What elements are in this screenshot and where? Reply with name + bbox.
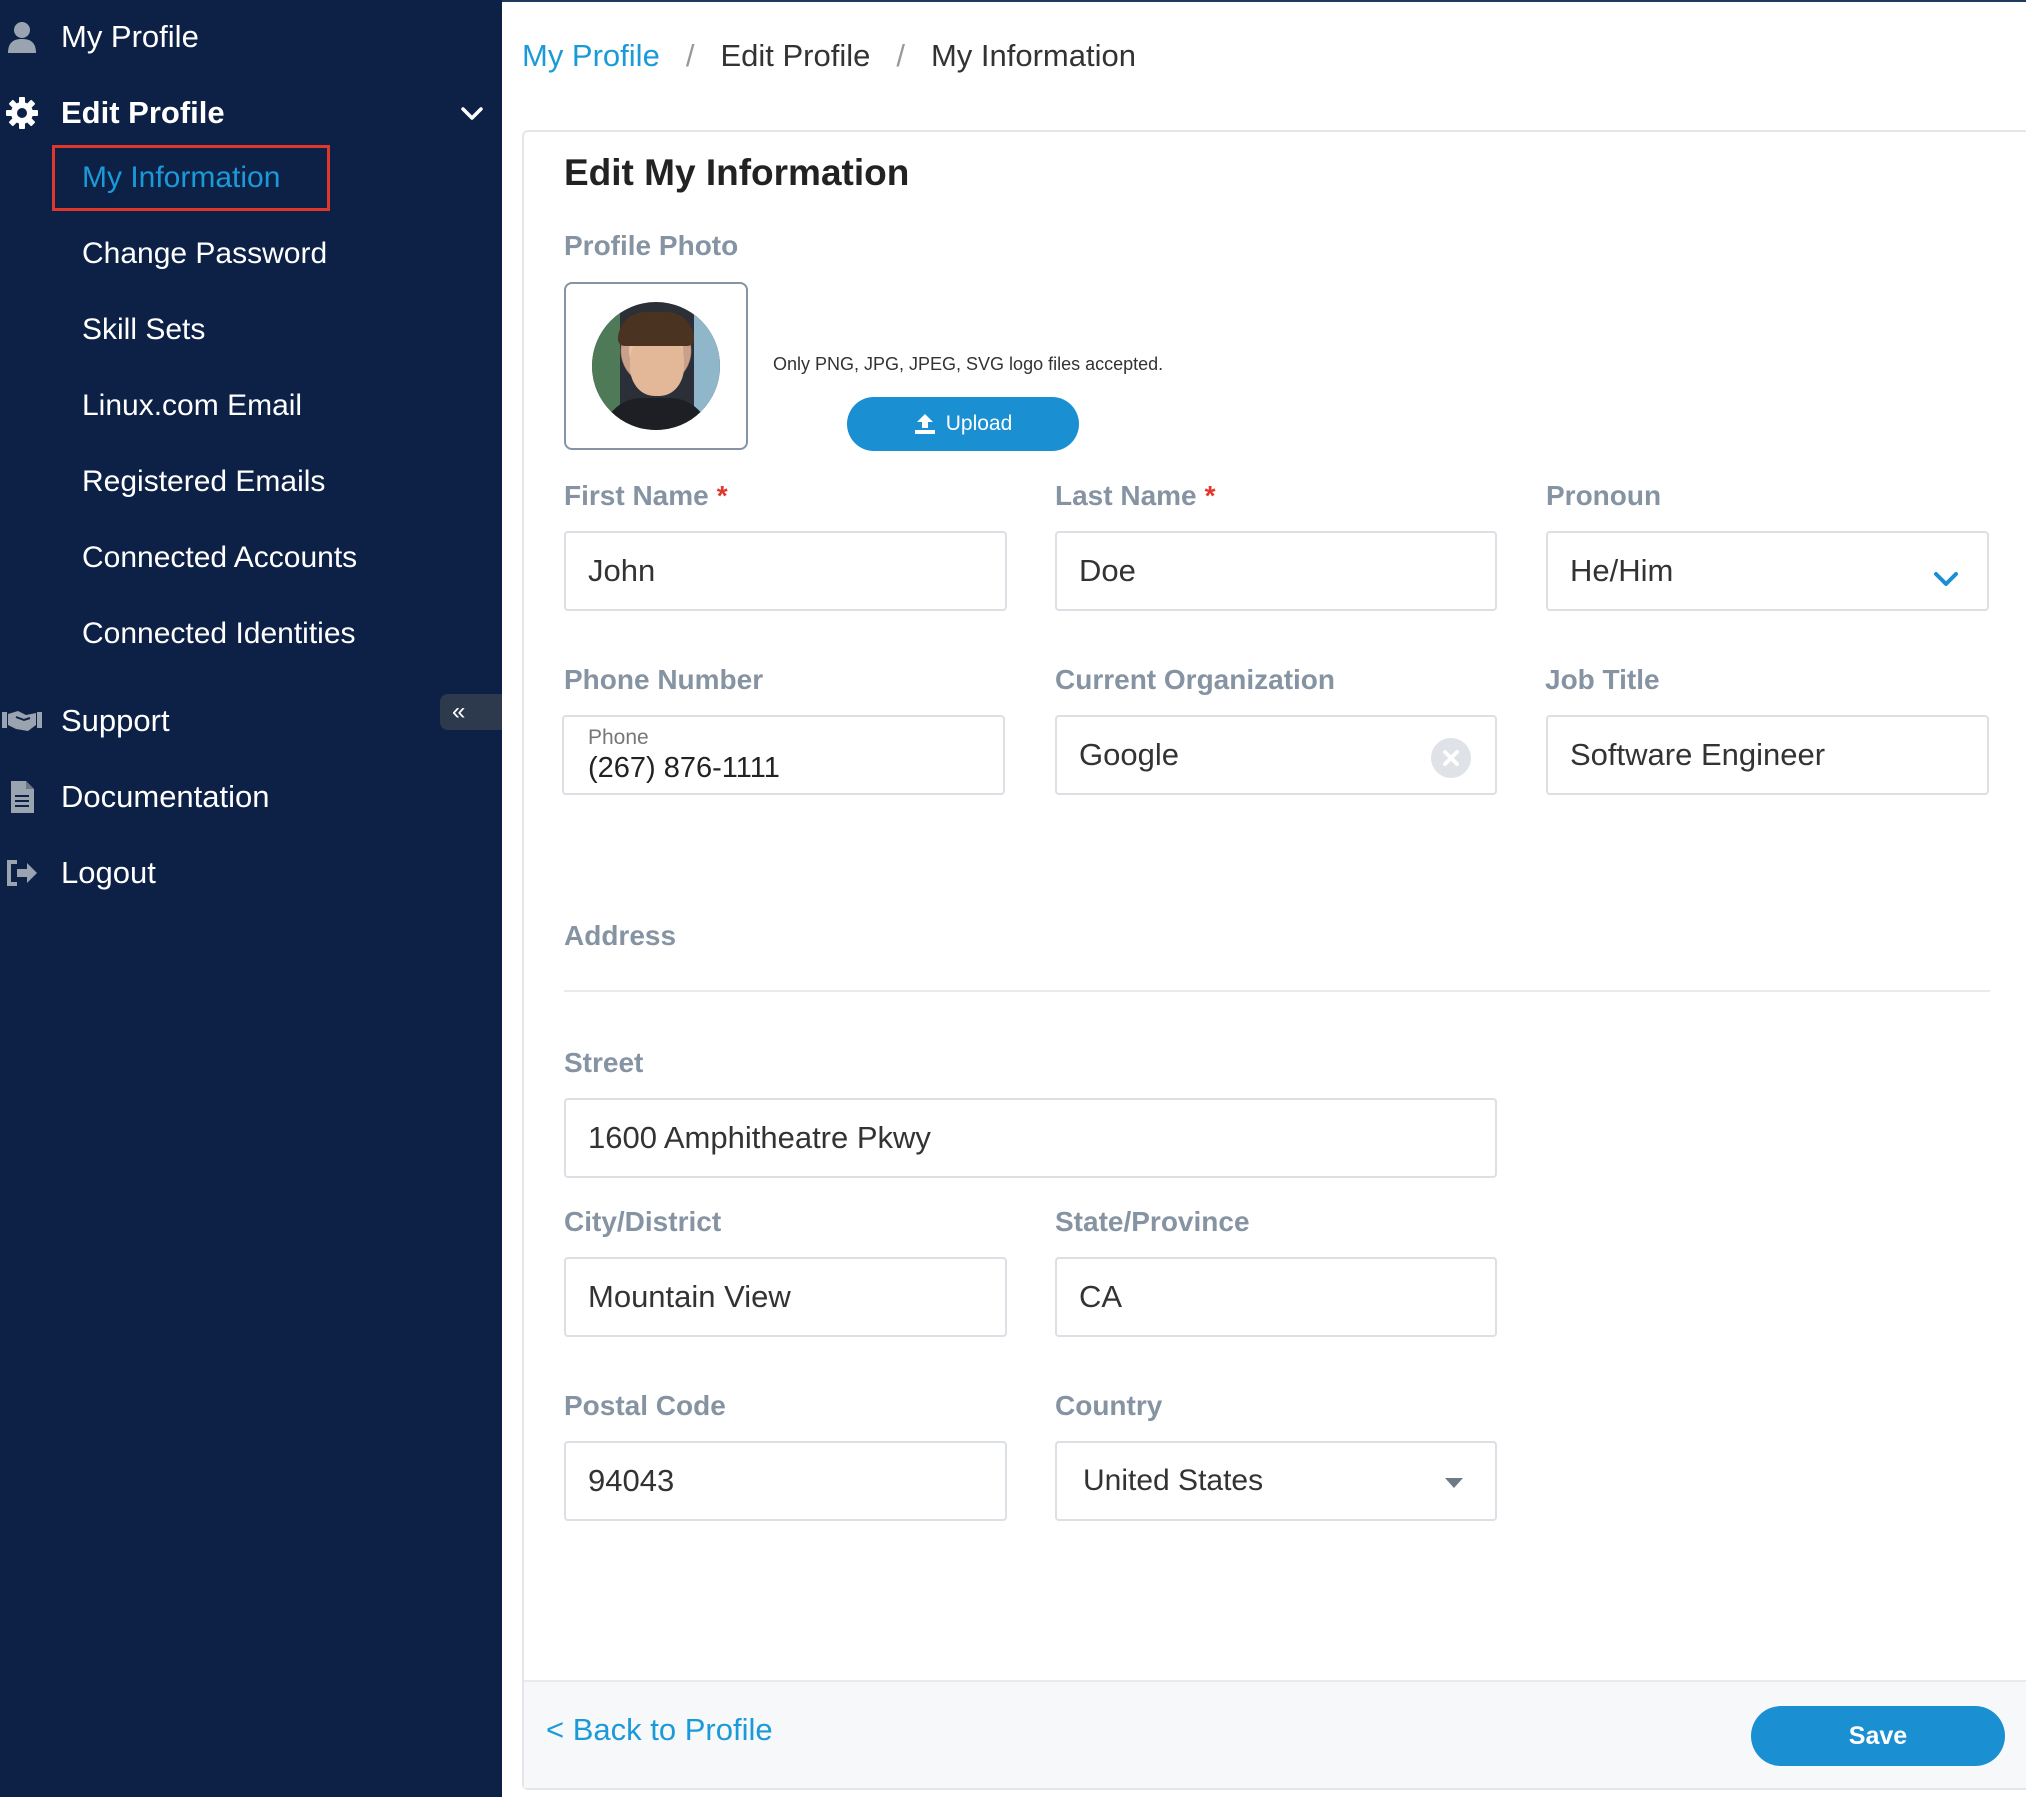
double-chevron-left-icon: « xyxy=(452,698,466,725)
clear-icon[interactable] xyxy=(1431,738,1471,778)
caret-down-icon xyxy=(1445,1478,1463,1488)
required-asterisk: * xyxy=(1204,480,1216,511)
nav-support-label: Support xyxy=(61,703,170,738)
sidebar-item-registered-emails[interactable]: Registered Emails xyxy=(82,457,325,507)
sidebar-item-linux-email[interactable]: Linux.com Email xyxy=(82,381,302,431)
top-border xyxy=(502,0,2026,2)
breadcrumb-my-information: My Information xyxy=(930,38,1136,73)
pronoun-select[interactable]: He/Him xyxy=(1546,531,1989,611)
phone-inner-label: Phone xyxy=(588,726,649,749)
breadcrumb: My Profile / Edit Profile / My Informati… xyxy=(522,38,1136,74)
phone-number-label: Phone Number xyxy=(564,664,764,695)
profile-photo-label: Profile Photo xyxy=(564,230,739,261)
city-value: Mountain View xyxy=(588,1279,791,1314)
back-to-profile-link[interactable]: < Back to Profile xyxy=(546,1712,773,1748)
user-icon xyxy=(0,15,44,59)
current-organization-label: Current Organization xyxy=(1055,664,1336,695)
state-input[interactable]: CA xyxy=(1055,1257,1497,1337)
sidebar-item-connected-identities[interactable]: Connected Identities xyxy=(82,609,356,659)
phone-input[interactable]: Phone (267) 876-1111 xyxy=(562,715,1005,795)
profile-photo xyxy=(564,282,748,450)
nav-documentation[interactable]: Documentation xyxy=(0,767,270,827)
postal-code-label: Postal Code xyxy=(564,1390,726,1421)
nav-logout-label: Logout xyxy=(61,855,156,890)
first-name-label-text: First Name xyxy=(564,480,709,511)
last-name-label: Last Name * xyxy=(1055,480,1216,512)
city-label: City/District xyxy=(564,1206,722,1237)
breadcrumb-my-profile[interactable]: My Profile xyxy=(522,38,660,74)
phone-value: (267) 876-1111 xyxy=(588,752,780,784)
document-icon xyxy=(0,775,44,819)
street-value: 1600 Amphitheatre Pkwy xyxy=(588,1120,931,1155)
postal-code-value: 94043 xyxy=(588,1463,675,1498)
pronoun-value: He/Him xyxy=(1570,553,1674,588)
page-title: Edit My Information xyxy=(564,152,910,193)
pronoun-label: Pronoun xyxy=(1546,480,1662,511)
first-name-label: First Name * xyxy=(564,480,728,512)
state-value: CA xyxy=(1079,1279,1123,1314)
photo-format-note: Only PNG, JPG, JPEG, SVG logo files acce… xyxy=(773,354,1164,374)
city-input[interactable]: Mountain View xyxy=(564,1257,1007,1337)
address-heading: Address xyxy=(564,920,677,951)
postal-code-input[interactable]: 94043 xyxy=(564,1441,1007,1521)
job-title-value: Software Engineer xyxy=(1570,737,1826,772)
organization-input[interactable]: Google xyxy=(1055,715,1497,795)
address-divider xyxy=(564,990,1990,992)
nav-my-profile[interactable]: My Profile xyxy=(0,7,199,67)
state-label: State/Province xyxy=(1055,1206,1250,1237)
job-title-input[interactable]: Software Engineer xyxy=(1546,715,1989,795)
sidebar: My Profile Edit Profile My Information C… xyxy=(0,0,502,1797)
nav-documentation-label: Documentation xyxy=(61,779,270,814)
sidebar-item-connected-accounts[interactable]: Connected Accounts xyxy=(82,533,357,583)
nav-my-profile-label: My Profile xyxy=(61,19,199,54)
upload-button[interactable]: Upload xyxy=(847,397,1079,451)
gear-icon xyxy=(0,91,44,135)
job-title-label: Job Title xyxy=(1545,664,1660,695)
nav-edit-profile-label: Edit Profile xyxy=(61,95,225,130)
breadcrumb-separator: / xyxy=(685,38,695,73)
handshake-icon xyxy=(0,699,44,743)
street-label: Street xyxy=(564,1047,644,1078)
last-name-input[interactable]: Doe xyxy=(1055,531,1497,611)
first-name-value: John xyxy=(588,553,656,588)
street-input[interactable]: 1600 Amphitheatre Pkwy xyxy=(564,1098,1497,1178)
upload-icon xyxy=(914,414,935,434)
last-name-label-text: Last Name xyxy=(1055,480,1197,511)
country-select[interactable]: United States xyxy=(1055,1441,1497,1521)
upload-label: Upload xyxy=(945,412,1013,435)
chevron-down-icon xyxy=(1933,561,1959,597)
chevron-down-icon[interactable] xyxy=(456,98,488,130)
breadcrumb-edit-profile: Edit Profile xyxy=(720,38,871,73)
logout-icon xyxy=(0,851,44,895)
sidebar-item-skill-sets[interactable]: Skill Sets xyxy=(82,305,205,355)
nav-support[interactable]: Support xyxy=(0,691,170,751)
organization-value: Google xyxy=(1079,737,1179,772)
nav-logout[interactable]: Logout xyxy=(0,843,156,903)
last-name-value: Doe xyxy=(1079,553,1136,588)
avatar xyxy=(592,302,720,430)
sidebar-item-change-password[interactable]: Change Password xyxy=(82,229,327,279)
country-value: United States xyxy=(1083,1464,1264,1497)
nav-edit-profile[interactable]: Edit Profile xyxy=(0,83,225,143)
first-name-input[interactable]: John xyxy=(564,531,1007,611)
country-label: Country xyxy=(1055,1390,1163,1421)
sidebar-item-my-information[interactable]: My Information xyxy=(82,153,280,203)
collapse-sidebar-button[interactable]: « xyxy=(440,694,502,730)
save-button[interactable]: Save xyxy=(1751,1706,2005,1766)
breadcrumb-separator: / xyxy=(896,38,905,73)
required-asterisk: * xyxy=(716,480,728,511)
